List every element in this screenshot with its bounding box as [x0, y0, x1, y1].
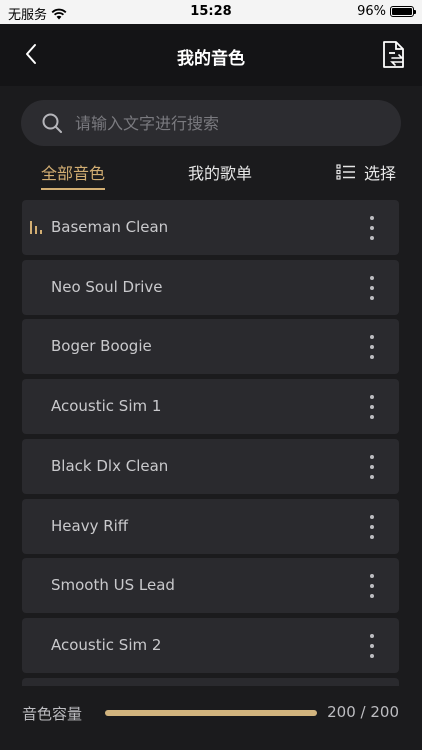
more-options-icon[interactable]	[367, 572, 377, 600]
tab-my-songs[interactable]: 我的歌单	[188, 160, 252, 184]
tab-bar: 全部音色 我的歌单 选择	[0, 156, 422, 190]
preset-name: Heavy Riff	[51, 516, 129, 535]
preset-name: Acoustic Sim 1	[51, 397, 162, 416]
search-bar[interactable]	[21, 100, 401, 146]
capacity-label: 音色容量	[22, 705, 83, 723]
more-options-icon[interactable]	[367, 453, 377, 481]
tab-all-presets[interactable]: 全部音色	[41, 160, 106, 190]
preset-row[interactable]: Boger Boogie	[22, 319, 399, 375]
battery-percent: 96%	[357, 4, 386, 19]
battery-icon	[390, 6, 416, 17]
capacity-bar	[105, 710, 317, 716]
preset-name: Black Dlx Clean	[51, 456, 169, 475]
preset-name: Neo Soul Drive	[51, 277, 163, 296]
status-bar: 无服务 15:28 96%	[0, 0, 422, 24]
preset-name: Boger Boogie	[51, 337, 152, 356]
checklist-icon	[336, 164, 355, 180]
more-options-icon[interactable]	[367, 513, 377, 541]
more-options-icon[interactable]	[367, 214, 377, 242]
preset-row[interactable]: Baseman Clean	[22, 200, 399, 255]
preset-list[interactable]: Baseman Clean Neo Soul Drive Boger Boogie A…	[22, 200, 399, 686]
active-tab-underline	[41, 188, 106, 190]
more-options-icon[interactable]	[367, 632, 377, 660]
more-options-icon[interactable]	[367, 274, 377, 302]
more-options-icon[interactable]	[367, 393, 377, 421]
preset-name: Baseman Clean	[51, 218, 169, 236]
select-button[interactable]: 选择	[336, 160, 396, 184]
capacity-bar-fill	[105, 710, 317, 716]
search-input[interactable]	[75, 113, 375, 133]
preset-row[interactable]: Acoustic Sim 2	[22, 617, 399, 673]
capacity-footer: 音色容量 200 / 200	[0, 686, 422, 750]
capacity-count: 200 / 200	[327, 703, 399, 721]
battery-group: 96%	[357, 4, 416, 19]
preset-row-partial[interactable]	[22, 677, 399, 686]
tab-my-songs-label: 我的歌单	[188, 164, 253, 183]
preset-row[interactable]: Smooth US Lead	[22, 558, 399, 614]
select-label: 选择	[363, 164, 396, 183]
page-title: 我的音色	[177, 49, 245, 69]
search-icon	[42, 113, 62, 133]
preset-row[interactable]: Acoustic Sim 1	[22, 379, 399, 435]
more-options-icon[interactable]	[367, 333, 377, 361]
preset-name: Acoustic Sim 2	[51, 635, 162, 654]
preset-row[interactable]: Heavy Riff	[22, 498, 399, 554]
preset-row[interactable]: Neo Soul Drive	[22, 259, 399, 315]
nav-bar: 我的音色	[0, 24, 422, 86]
playing-bars-icon	[30, 221, 42, 234]
document-swap-icon[interactable]	[380, 40, 408, 70]
preset-name: Smooth US Lead	[51, 576, 175, 595]
preset-row[interactable]: Black Dlx Clean	[22, 438, 399, 494]
tab-all-presets-label: 全部音色	[41, 164, 106, 183]
